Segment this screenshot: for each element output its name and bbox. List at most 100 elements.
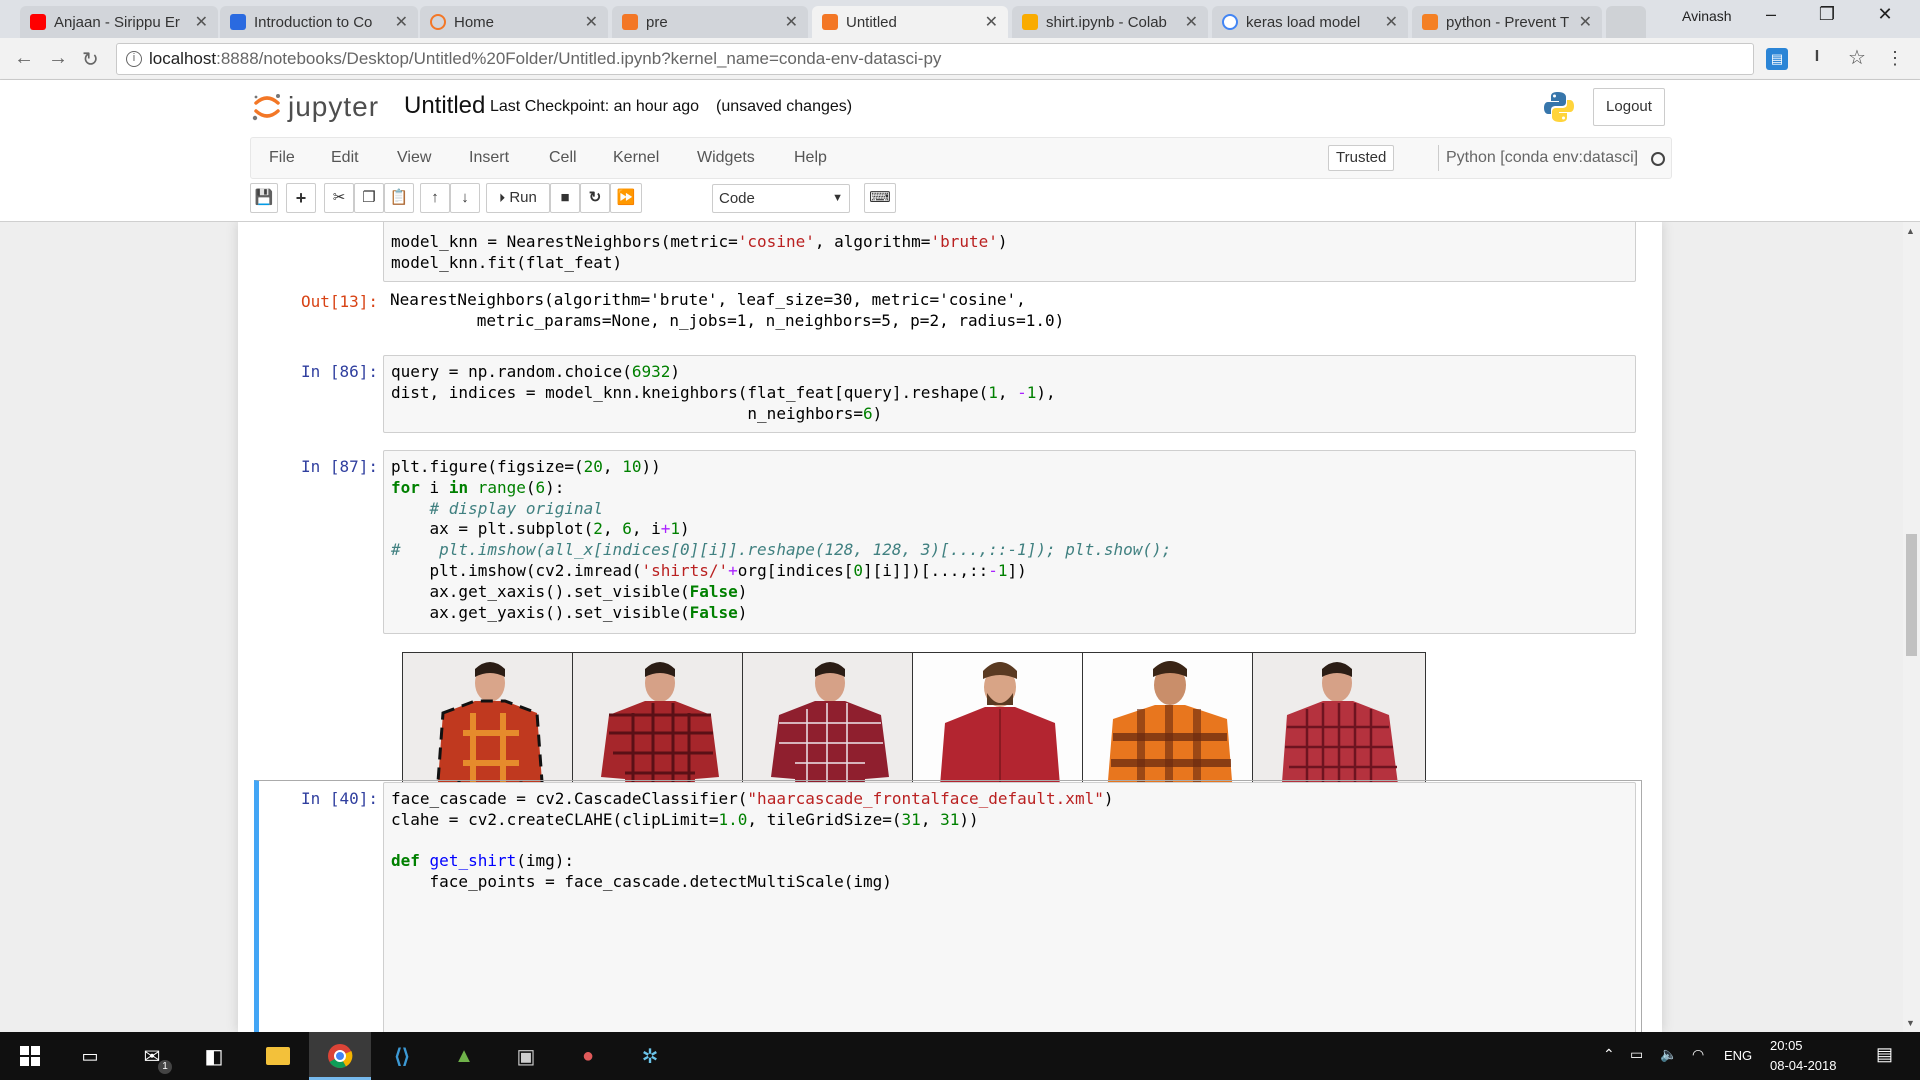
input-prompt: In [87]: — [300, 457, 378, 476]
move-down-button[interactable]: ↓ — [450, 183, 480, 213]
chrome-icon[interactable] — [324, 1040, 356, 1072]
clock-date[interactable]: 08-04-2018 — [1770, 1058, 1837, 1073]
clock-time[interactable]: 20:05 — [1770, 1038, 1803, 1053]
paste-button[interactable]: 📋 — [384, 183, 414, 213]
interrupt-button[interactable]: ■ — [550, 183, 580, 213]
close-icon[interactable]: ✕ — [1385, 12, 1398, 32]
cut-button[interactable]: ✂ — [324, 183, 354, 213]
bookmark-star-icon[interactable]: ☆ — [1846, 48, 1868, 70]
restart-run-all-button[interactable]: ⏩ — [610, 183, 642, 213]
browser-tab[interactable]: Anjaan - Sirippu Er ✕ — [20, 6, 218, 38]
task-view-icon[interactable]: ▭ — [74, 1040, 106, 1072]
notifications-icon[interactable]: ▤ — [1876, 1044, 1893, 1065]
youtube-icon — [30, 14, 46, 30]
input-prompt: In [86]: — [300, 362, 378, 381]
close-window-icon[interactable]: ✕ — [1862, 4, 1908, 25]
menu-file[interactable]: File — [269, 149, 295, 167]
browser-tab[interactable]: Introduction to Co ✕ — [220, 6, 418, 38]
windows-start-icon[interactable] — [14, 1040, 46, 1072]
menu-kernel[interactable]: Kernel — [613, 149, 659, 167]
code-cell-86: query = np.random.choice(6932) dist, ind… — [391, 362, 1056, 423]
scroll-up-icon[interactable]: ▲ — [1906, 226, 1915, 236]
jupyter-icon — [430, 14, 446, 30]
new-tab-button[interactable] — [1606, 6, 1646, 38]
command-palette-button[interactable]: ⌨ — [864, 183, 896, 213]
close-icon[interactable]: ✕ — [395, 12, 408, 32]
copy-button[interactable]: ❐ — [354, 183, 384, 213]
browser-tab[interactable]: python - Prevent T ✕ — [1412, 6, 1602, 38]
reload-icon[interactable]: ↻ — [82, 47, 99, 72]
menu-edit[interactable]: Edit — [331, 149, 359, 167]
profile-name[interactable]: Avinash — [1682, 8, 1732, 24]
trusted-badge[interactable]: Trusted — [1328, 145, 1395, 171]
folder-icon — [266, 1047, 290, 1065]
move-up-button[interactable]: ↑ — [420, 183, 450, 213]
cursor-extension-icon[interactable]: I — [1806, 48, 1828, 70]
browser-tab-active[interactable]: Untitled ✕ — [812, 6, 1008, 38]
minimize-icon[interactable]: – — [1748, 4, 1794, 25]
run-icon: ⏵ — [499, 191, 506, 205]
logout-button[interactable]: Logout — [1593, 88, 1665, 126]
menu-dots-icon[interactable]: ⋮ — [1884, 48, 1906, 70]
close-icon[interactable]: ✕ — [785, 12, 798, 32]
run-button[interactable]: ⏵ Run — [486, 183, 550, 213]
browser-tab[interactable]: pre ✕ — [612, 6, 808, 38]
sticky-notes-icon[interactable]: ◧ — [198, 1040, 230, 1072]
jupyter-logo[interactable]: jupyter — [252, 90, 379, 124]
menu-view[interactable]: View — [397, 149, 431, 167]
scrollbar-thumb[interactable] — [1906, 534, 1917, 656]
close-icon[interactable]: ✕ — [585, 12, 598, 32]
electron-app-icon[interactable]: ✲ — [634, 1040, 666, 1072]
info-icon[interactable]: i — [126, 51, 142, 67]
vertical-scrollbar[interactable]: ▲ ▼ — [1903, 222, 1920, 1032]
windows-taskbar: ▭ ✉ 1 ◧ ⟨⟩ ▲ ▣ ● ✲ ⌃ ▭ 🔈 ◠ ENG 20:05 08-… — [0, 1032, 1920, 1080]
back-icon[interactable]: ← — [14, 47, 34, 70]
cell-output-text: NearestNeighbors(algorithm='brute', leaf… — [390, 290, 1065, 330]
browser-tab[interactable]: Home ✕ — [420, 6, 608, 38]
menu-insert[interactable]: Insert — [469, 149, 509, 167]
volume-icon[interactable]: 🔈 — [1660, 1046, 1677, 1063]
restore-icon[interactable]: ❐ — [1804, 4, 1850, 25]
notebook-scroll-area[interactable]: model_knn = NearestNeighbors(metric='cos… — [0, 222, 1920, 1032]
file-explorer-icon[interactable] — [262, 1040, 294, 1072]
tray-chevron-icon[interactable]: ⌃ — [1603, 1046, 1615, 1063]
wifi-icon[interactable]: ◠ — [1692, 1046, 1704, 1063]
insert-cell-button[interactable]: + — [286, 183, 316, 213]
menu-help[interactable]: Help — [794, 149, 827, 167]
windows-logo-icon — [20, 1046, 40, 1066]
save-button[interactable]: 💾 — [250, 183, 278, 213]
vscode-icon[interactable]: ⟨⟩ — [386, 1040, 418, 1072]
extension-icon[interactable]: ▤ — [1766, 48, 1788, 70]
close-icon[interactable]: ✕ — [195, 12, 208, 32]
input-prompt: In [40]: — [300, 789, 378, 808]
restart-button[interactable]: ↻ — [580, 183, 610, 213]
menu-cell[interactable]: Cell — [549, 149, 577, 167]
app-icon[interactable]: ● — [572, 1040, 604, 1072]
notebook-container: model_knn = NearestNeighbors(metric='cos… — [238, 222, 1662, 1032]
close-icon[interactable]: ✕ — [985, 12, 998, 32]
notebook-title[interactable]: Untitled — [404, 92, 485, 120]
language-indicator[interactable]: ENG — [1724, 1048, 1752, 1063]
mail-badge: 1 — [158, 1060, 172, 1074]
forward-icon[interactable]: → — [48, 47, 68, 70]
mail-icon[interactable]: ✉ 1 — [136, 1040, 172, 1074]
browser-tab[interactable]: shirt.ipynb - Colab ✕ — [1012, 6, 1208, 38]
code-cell-13: model_knn = NearestNeighbors(metric='cos… — [391, 232, 1008, 272]
url-host: localhost — [149, 49, 217, 68]
scroll-down-icon[interactable]: ▼ — [1906, 1018, 1915, 1028]
cell-type-select[interactable]: Code ▼ — [712, 184, 850, 213]
run-label: Run — [509, 189, 537, 206]
close-icon[interactable]: ✕ — [1185, 12, 1198, 32]
tab-label: keras load model — [1246, 13, 1361, 31]
url-input[interactable]: i localhost:8888/notebooks/Desktop/Untit… — [116, 43, 1754, 75]
stackoverflow-icon — [1422, 14, 1438, 30]
battery-icon[interactable]: ▭ — [1630, 1046, 1643, 1063]
browser-tab[interactable]: keras load model ✕ — [1212, 6, 1408, 38]
menu-widgets[interactable]: Widgets — [697, 149, 755, 167]
tab-label: Untitled — [846, 13, 897, 31]
google-icon — [1222, 14, 1238, 30]
close-icon[interactable]: ✕ — [1579, 12, 1592, 32]
code-editor-icon[interactable]: ▣ — [510, 1040, 542, 1072]
kernel-name[interactable]: Python [conda env:datasci] — [1446, 149, 1638, 167]
anaconda-icon[interactable]: ▲ — [448, 1040, 480, 1072]
